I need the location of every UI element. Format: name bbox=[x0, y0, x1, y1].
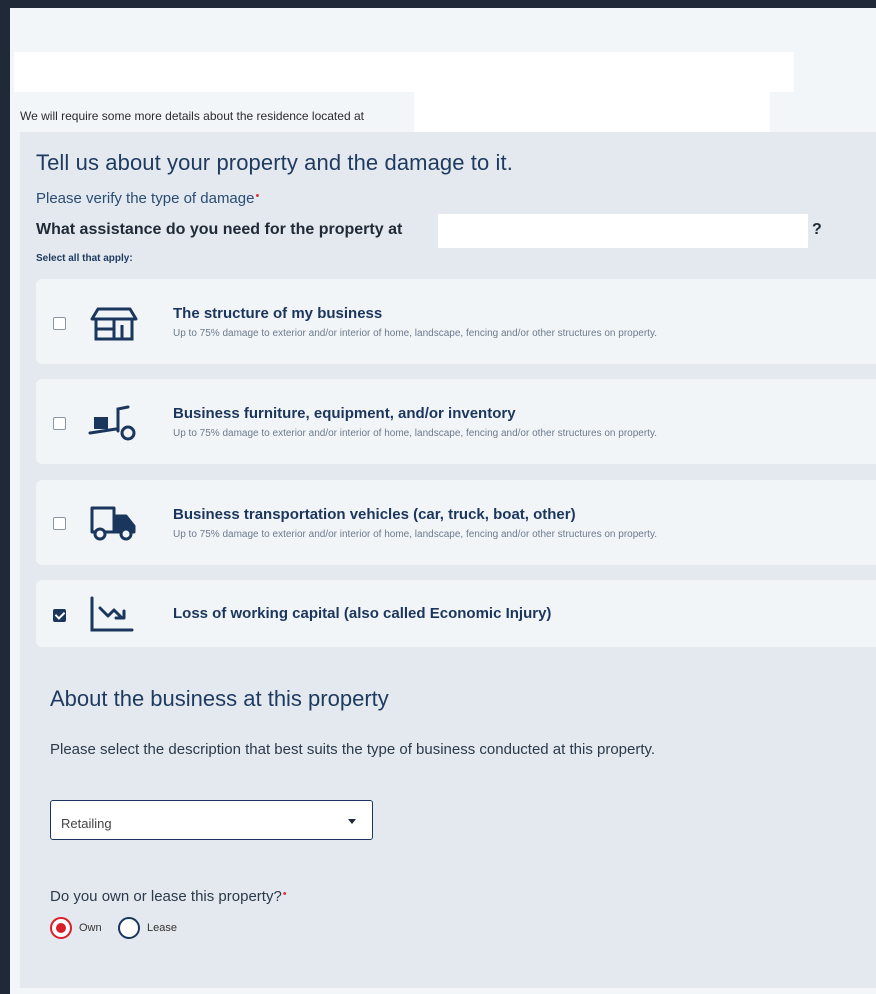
checkbox-structure[interactable] bbox=[53, 317, 66, 330]
required-mark: • bbox=[255, 190, 260, 202]
option-card-structure[interactable]: The structure of my business Up to 75% d… bbox=[36, 279, 876, 364]
business-section-title: About the business at this property bbox=[50, 686, 389, 711]
radio-own-label[interactable]: Own bbox=[79, 922, 102, 934]
option-card-working-capital[interactable]: Loss of working capital (also called Eco… bbox=[36, 580, 876, 647]
section-title: Tell us about your property and the dama… bbox=[36, 150, 513, 175]
own-lease-question: Do you own or lease this property?• bbox=[50, 888, 287, 905]
redacted-header-block bbox=[14, 52, 794, 92]
verify-damage-label: Please verify the type of damage• bbox=[36, 190, 260, 207]
select-all-hint: Select all that apply: bbox=[36, 253, 133, 264]
radio-lease[interactable] bbox=[118, 917, 140, 939]
checkbox-vehicles[interactable] bbox=[53, 517, 66, 530]
option-description: Up to 75% damage to exterior and/or inte… bbox=[173, 428, 657, 439]
business-description-prompt: Please select the description that best … bbox=[50, 741, 656, 758]
intro-text: We will require some more details about … bbox=[20, 109, 364, 123]
assistance-question: What assistance do you need for the prop… bbox=[36, 221, 403, 238]
question-mark: ? bbox=[812, 221, 822, 238]
trend-down-chart-icon bbox=[90, 596, 134, 632]
redacted-property-address bbox=[438, 214, 808, 248]
option-description: Up to 75% damage to exterior and/or inte… bbox=[173, 529, 657, 540]
chevron-down-icon bbox=[348, 819, 356, 824]
option-title: Business furniture, equipment, and/or in… bbox=[173, 405, 516, 422]
option-title: Business transportation vehicles (car, t… bbox=[173, 506, 576, 523]
storefront-icon bbox=[90, 307, 138, 341]
radio-own[interactable] bbox=[50, 917, 72, 939]
option-card-furniture[interactable]: Business furniture, equipment, and/or in… bbox=[36, 379, 876, 464]
hand-truck-icon bbox=[88, 405, 136, 441]
option-description: Up to 75% damage to exterior and/or inte… bbox=[173, 328, 657, 339]
redacted-address-block bbox=[414, 92, 770, 132]
option-card-vehicles[interactable]: Business transportation vehicles (car, t… bbox=[36, 480, 876, 565]
option-title: Loss of working capital (also called Eco… bbox=[173, 605, 552, 622]
checkbox-working-capital[interactable] bbox=[53, 609, 66, 622]
required-mark: • bbox=[282, 888, 287, 900]
business-type-select[interactable]: Retailing bbox=[50, 800, 373, 840]
checkbox-furniture[interactable] bbox=[53, 417, 66, 430]
option-title: The structure of my business bbox=[173, 305, 383, 322]
business-type-value: Retailing bbox=[61, 816, 112, 831]
truck-icon bbox=[90, 506, 136, 541]
radio-lease-label[interactable]: Lease bbox=[147, 922, 177, 934]
